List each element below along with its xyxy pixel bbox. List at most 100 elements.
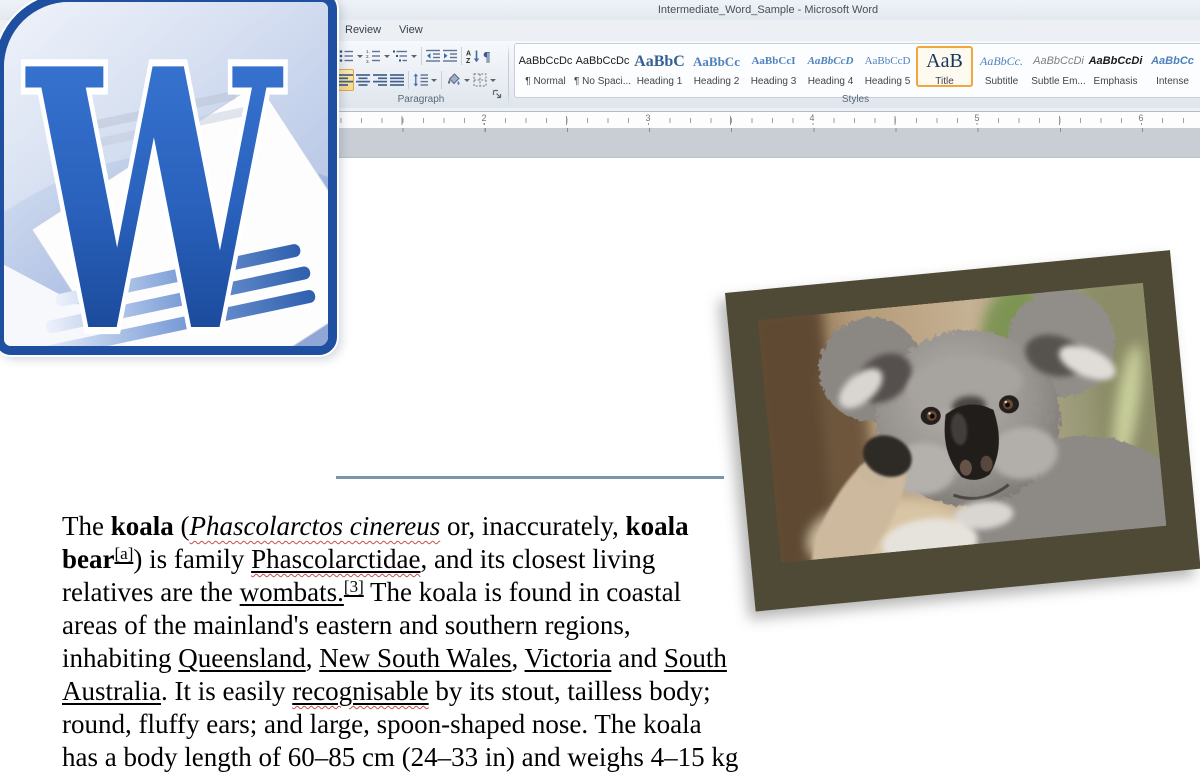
text-segment: ) is family <box>133 544 251 574</box>
style-item-subtle-em-[interactable]: AaBbCcDi Subtle Em... <box>1030 46 1087 87</box>
word-logo-art: W <box>4 2 328 346</box>
align-left-button[interactable] <box>338 69 354 91</box>
shading-button[interactable] <box>445 69 462 91</box>
styles-group: AaBbCcDc¶ NormalAaBbCcDc¶ No Spaci...AaB… <box>511 41 1200 107</box>
text-segment: South <box>664 643 727 673</box>
show-paragraph-marks-button[interactable]: ¶ <box>482 45 496 67</box>
word-logo-letter: W <box>24 2 285 346</box>
bullets-dropdown-arrow[interactable] <box>357 55 363 61</box>
style-label: ¶ Normal <box>517 76 574 87</box>
word-logo: W <box>0 0 337 355</box>
multilevel-list-button[interactable] <box>392 45 409 67</box>
style-item-heading-2[interactable]: AaBbCc Heading 2 <box>688 46 745 87</box>
align-center-button[interactable] <box>355 69 371 91</box>
style-item-title[interactable]: AaBTitle <box>916 46 973 87</box>
style-item-heading-3[interactable]: AaBbCcI Heading 3 <box>745 46 802 87</box>
text-line: The koala (Phascolarctos cinereus or, in… <box>62 510 772 543</box>
text-segment: round, fluffy ears; and large, spoon-sha… <box>62 709 702 739</box>
style-sample: AaB <box>916 49 973 74</box>
decrease-indent-button[interactable] <box>425 45 441 67</box>
align-center-icon <box>356 73 370 87</box>
text-segment: Phascolarctos cinereus <box>190 511 441 541</box>
text-segment: and <box>611 643 663 673</box>
text-line: has a body length of 60–85 cm (24–33 in)… <box>62 741 772 774</box>
borders-dropdown-arrow[interactable] <box>490 79 496 85</box>
style-item-subtitle[interactable]: AaBbCc.Subtitle <box>973 46 1030 87</box>
numbering-icon: 1.2.3. <box>366 49 381 63</box>
justify-button[interactable] <box>389 69 405 91</box>
text-segment: , and its closest living <box>421 544 656 574</box>
body-text[interactable]: The koala (Phascolarctos cinereus or, in… <box>62 510 772 774</box>
align-right-icon <box>373 73 387 87</box>
koala-photo-frame[interactable] <box>725 250 1200 611</box>
style-label: Heading 4 <box>802 76 859 87</box>
style-sample: AaBbCcDi <box>1030 49 1087 74</box>
style-label: Heading 5 <box>859 76 916 87</box>
divider <box>408 71 409 89</box>
styles-gallery: AaBbCcDc¶ NormalAaBbCcDc¶ No Spaci...AaB… <box>514 43 1200 98</box>
style-sample: AaBbCcDc <box>574 49 631 74</box>
text-segment: [3] <box>344 577 364 596</box>
borders-button[interactable] <box>472 69 488 91</box>
dialog-launcher-icon <box>492 89 502 99</box>
style-label: Heading 3 <box>745 76 802 87</box>
style-item-emphasis[interactable]: AaBbCcDiEmphasis <box>1087 46 1144 87</box>
text-segment: bear <box>62 544 114 574</box>
screenshot-root: { "window": { "title": "Intermediate_Wor… <box>0 0 1200 624</box>
line-spacing-button[interactable] <box>412 69 429 91</box>
sort-button[interactable]: AZ <box>465 45 481 67</box>
divider <box>461 47 462 65</box>
borders-icon <box>473 73 487 87</box>
line-spacing-icon <box>413 73 428 87</box>
style-item-heading-1[interactable]: AaBbCHeading 1 <box>631 46 688 87</box>
text-segment: by its stout, tailless body; <box>429 676 711 706</box>
text-segment: . It is easily <box>161 676 292 706</box>
numbering-button[interactable]: 1.2.3. <box>365 45 382 67</box>
align-right-button[interactable] <box>372 69 388 91</box>
style-item-heading-5[interactable]: AaBbCcD Heading 5 <box>859 46 916 87</box>
text-segment: The koala is found in coastal <box>364 577 681 607</box>
text-segment: inhabiting <box>62 643 178 673</box>
style-item--no-spaci-[interactable]: AaBbCcDc¶ No Spaci... <box>574 46 631 87</box>
numbering-dropdown-arrow[interactable] <box>384 55 390 61</box>
style-item--normal[interactable]: AaBbCcDc¶ Normal <box>517 46 574 87</box>
text-segment: areas of the mainland's eastern and sout… <box>62 610 631 640</box>
ruler-number: 6 <box>1136 113 1145 123</box>
text-line: inhabiting Queensland, New South Wales, … <box>62 642 772 675</box>
style-label: Subtle Em... <box>1030 76 1087 87</box>
paragraph-dialog-launcher[interactable] <box>492 86 502 104</box>
text-line: Australia. It is easily recognisable by … <box>62 675 772 708</box>
divider <box>421 47 422 65</box>
align-left-icon <box>339 73 353 87</box>
line-spacing-dropdown-arrow[interactable] <box>431 79 437 85</box>
style-item-intense[interactable]: AaBbCcIntense <box>1144 46 1200 87</box>
style-sample: AaBbCc <box>688 49 745 74</box>
text-segment: Victoria <box>525 643 612 673</box>
svg-text:Z: Z <box>466 58 471 63</box>
svg-text:A: A <box>466 51 471 58</box>
koala-photo[interactable] <box>758 283 1167 563</box>
style-label: Heading 1 <box>631 76 688 87</box>
text-segment: koala <box>111 511 174 541</box>
tab-view[interactable]: View <box>390 22 432 39</box>
style-sample: AaBbCcI <box>745 49 802 74</box>
style-label: Emphasis <box>1087 76 1144 87</box>
text-segment: , <box>306 643 320 673</box>
group-separator <box>508 44 509 105</box>
title-style-border-rule <box>336 476 724 479</box>
style-sample: AaBbCc <box>1144 49 1200 74</box>
style-sample: AaBbCcD <box>859 49 916 74</box>
shading-dropdown-arrow[interactable] <box>464 79 470 85</box>
style-label: Heading 2 <box>688 76 745 87</box>
text-segment: Australia <box>62 676 161 706</box>
increase-indent-button[interactable] <box>442 45 458 67</box>
show-paragraph-marks-icon: ¶ <box>483 49 495 63</box>
sort-icon: AZ <box>466 49 480 63</box>
styles-group-label: Styles <box>511 94 1200 105</box>
text-segment: The <box>62 511 111 541</box>
tab-review[interactable]: Review <box>336 22 390 39</box>
multilevel-dropdown-arrow[interactable] <box>411 55 417 61</box>
bullets-button[interactable] <box>338 45 355 67</box>
style-item-heading-4[interactable]: AaBbCcD Heading 4 <box>802 46 859 87</box>
style-sample: AaBbCcD <box>802 49 859 74</box>
